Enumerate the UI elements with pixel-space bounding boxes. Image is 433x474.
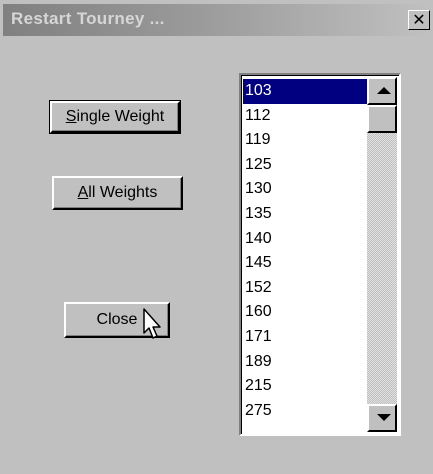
list-item[interactable]: 189 <box>243 350 367 375</box>
list-item[interactable]: 145 <box>243 251 367 276</box>
mouse-pointer-icon <box>143 308 161 339</box>
all-weights-mnemonic: A <box>77 184 89 201</box>
list-item[interactable]: 275 <box>243 399 367 424</box>
title-bar[interactable]: Restart Tourney ... ✕ <box>3 4 430 36</box>
weights-listbox[interactable]: 103 112 119 125 130 135 140 145 152 160 171 189 215 2… <box>239 73 401 436</box>
restart-tourney-dialog: Restart Tourney ... ✕ Single Weight All … <box>0 0 433 474</box>
window-title: Restart Tourney ... <box>11 9 165 28</box>
close-window-button[interactable]: ✕ <box>408 10 430 30</box>
list-item[interactable]: 140 <box>243 227 367 252</box>
scroll-thumb[interactable] <box>367 105 397 133</box>
list-item[interactable]: 112 <box>243 104 367 129</box>
list-item[interactable]: 135 <box>243 202 367 227</box>
single-weight-button[interactable]: Single Weight <box>49 100 181 134</box>
single-weight-label: ingle Weight <box>76 108 165 125</box>
scroll-up-arrow-icon <box>377 87 391 94</box>
scroll-up-button[interactable] <box>367 77 397 105</box>
list-item[interactable]: 125 <box>243 153 367 178</box>
list-item[interactable]: 103 <box>243 79 367 104</box>
list-item[interactable]: 160 <box>243 300 367 325</box>
list-item[interactable]: 171 <box>243 325 367 350</box>
single-weight-mnemonic: S <box>65 108 77 125</box>
all-weights-button[interactable]: All Weights <box>52 176 183 210</box>
list-item[interactable]: 119 <box>243 128 367 153</box>
list-item[interactable]: 130 <box>243 177 367 202</box>
scroll-down-arrow-icon <box>377 414 391 421</box>
list-item[interactable]: 215 <box>243 374 367 399</box>
list-item[interactable]: 152 <box>243 276 367 301</box>
weights-list: 103 112 119 125 130 135 140 145 152 160 171 189 215 2… <box>243 79 367 423</box>
close-icon: ✕ <box>412 10 426 29</box>
close-button-label: Close <box>96 311 138 328</box>
scroll-down-button[interactable] <box>367 404 397 432</box>
all-weights-label: ll Weights <box>88 184 158 201</box>
vertical-scrollbar[interactable] <box>367 77 397 432</box>
